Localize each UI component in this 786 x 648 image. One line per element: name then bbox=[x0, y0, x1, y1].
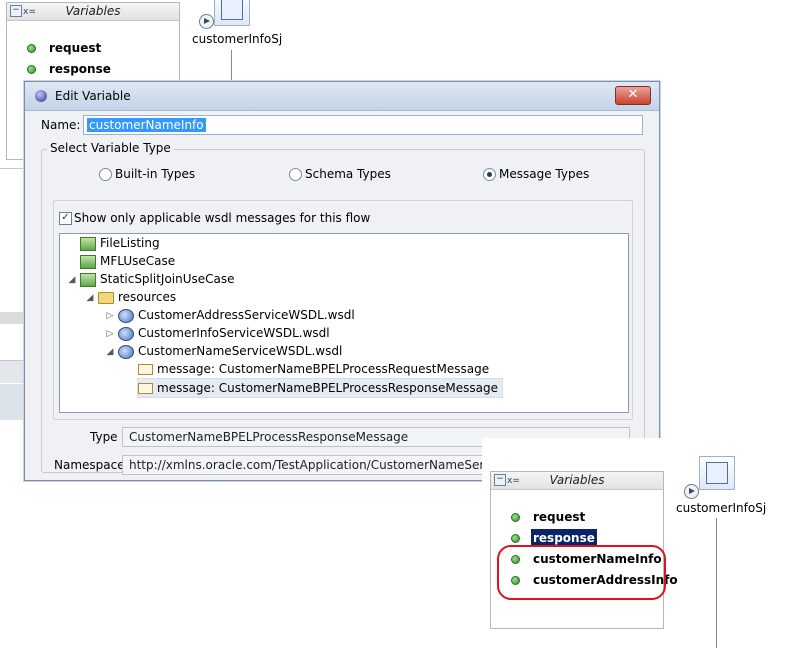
folder-icon bbox=[98, 291, 114, 304]
variable-label: request bbox=[533, 510, 586, 524]
show-applicable-checkbox-row[interactable]: ✓ Show only applicable wsdl messages for… bbox=[59, 211, 459, 227]
flow-node-label: customerInfoSj bbox=[676, 501, 767, 515]
variables-panel-header: − x= Variables bbox=[7, 3, 179, 21]
tree-item-label: message: CustomerNameBPELProcessResponse… bbox=[157, 381, 498, 395]
tree-item-label: MFLUseCase bbox=[100, 254, 176, 268]
split-join-icon bbox=[221, 0, 243, 20]
close-button[interactable]: ✕ bbox=[615, 86, 651, 105]
checkbox-label: Show only applicable wsdl messages for t… bbox=[74, 211, 371, 225]
project-icon bbox=[80, 272, 96, 287]
background-strip bbox=[0, 360, 24, 383]
wsdl-tree[interactable]: FileListing MFLUseCase ◢ StaticSplitJoinU… bbox=[59, 233, 629, 413]
variables-x-icon: x= bbox=[507, 476, 520, 486]
background-strip bbox=[0, 168, 24, 169]
expand-arrow-icon[interactable]: ◢ bbox=[86, 289, 94, 307]
background-strip bbox=[0, 384, 24, 420]
eclipse-icon bbox=[35, 90, 47, 102]
split-join-node[interactable] bbox=[699, 456, 735, 490]
variable-item[interactable]: request bbox=[7, 39, 177, 57]
variable-item[interactable]: request bbox=[491, 508, 661, 526]
show-applicable-checkbox[interactable]: ✓ bbox=[59, 212, 72, 225]
tree-item-wsdl[interactable]: ▷ CustomerInfoServiceWSDL.wsdl bbox=[106, 324, 330, 342]
message-envelope-icon bbox=[138, 383, 153, 394]
radio-message-types[interactable]: Message Types bbox=[483, 167, 633, 183]
wsdl-icon bbox=[118, 326, 134, 341]
radio-button[interactable] bbox=[289, 168, 302, 181]
flow-connector-line bbox=[231, 50, 232, 82]
tree-item-wsdl[interactable]: ▷ CustomerAddressServiceWSDL.wsdl bbox=[106, 306, 355, 324]
wsdl-icon bbox=[118, 308, 134, 323]
radio-button[interactable] bbox=[99, 168, 112, 181]
name-label: Name: bbox=[41, 118, 81, 132]
edit-variable-dialog: Edit Variable ✕ Name: customerNameInfo S… bbox=[24, 81, 660, 481]
tree-item-label: CustomerInfoServiceWSDL.wsdl bbox=[138, 326, 330, 340]
dialog-title: Edit Variable bbox=[55, 89, 131, 103]
variables-panel-title: Variables bbox=[549, 473, 605, 487]
tree-item-message-selected[interactable]: message: CustomerNameBPELProcessResponse… bbox=[137, 378, 503, 398]
tree-item-folder[interactable]: ◢ resources bbox=[86, 288, 177, 307]
variable-dot-icon bbox=[511, 513, 520, 522]
collapse-arrow-icon[interactable]: ▷ bbox=[106, 307, 114, 325]
tree-item-label: StaticSplitJoinUseCase bbox=[100, 272, 235, 286]
tree-item-message[interactable]: message: CustomerNameBPELProcessRequestM… bbox=[138, 360, 489, 378]
variable-dot-icon bbox=[27, 44, 36, 53]
split-join-icon bbox=[706, 462, 728, 484]
expand-arrow-icon[interactable]: ◢ bbox=[106, 343, 114, 361]
tree-item-project[interactable]: ◢ StaticSplitJoinUseCase bbox=[68, 270, 235, 288]
variable-type-group-label: Select Variable Type bbox=[47, 141, 174, 155]
background-strip bbox=[0, 312, 24, 324]
type-label: Type bbox=[90, 430, 118, 444]
dialog-titlebar[interactable]: Edit Variable ✕ bbox=[25, 82, 659, 111]
project-icon bbox=[80, 236, 96, 251]
flow-play-icon[interactable] bbox=[199, 14, 214, 29]
wsdl-icon bbox=[118, 344, 134, 359]
variable-label: response bbox=[49, 62, 111, 76]
project-icon bbox=[80, 254, 96, 269]
flow-node-label: customerInfoSj bbox=[192, 32, 283, 46]
radio-built-in-types[interactable]: Built-in Types bbox=[99, 167, 249, 183]
variable-dot-icon bbox=[511, 534, 520, 543]
radio-label: Schema Types bbox=[305, 167, 391, 181]
radio-label: Message Types bbox=[499, 167, 590, 181]
variables-x-icon: x= bbox=[23, 7, 36, 17]
tree-item-label: FileListing bbox=[100, 236, 160, 250]
tree-item-label: message: CustomerNameBPELProcessRequestM… bbox=[157, 362, 490, 376]
radio-schema-types[interactable]: Schema Types bbox=[289, 167, 439, 183]
tree-item-label: CustomerAddressServiceWSDL.wsdl bbox=[138, 308, 355, 322]
collapse-arrow-icon[interactable]: ▷ bbox=[106, 325, 114, 343]
variables-panel-title: Variables bbox=[65, 4, 121, 18]
radio-label: Built-in Types bbox=[115, 167, 196, 181]
name-input-value: customerNameInfo bbox=[87, 118, 206, 132]
split-join-node[interactable] bbox=[214, 0, 250, 26]
variable-dot-icon bbox=[27, 65, 36, 74]
name-input[interactable]: customerNameInfo bbox=[83, 115, 643, 135]
collapse-icon[interactable]: − bbox=[494, 474, 506, 486]
collapse-icon[interactable]: − bbox=[10, 5, 22, 17]
flow-connector-line bbox=[716, 518, 717, 648]
highlight-ellipse bbox=[497, 545, 666, 600]
expand-arrow-icon[interactable]: ◢ bbox=[68, 271, 76, 289]
tree-item-label: resources bbox=[118, 290, 177, 304]
variables-panel-header: − x= Variables bbox=[491, 472, 663, 490]
tree-item-project[interactable]: FileListing bbox=[68, 234, 160, 252]
flow-play-icon[interactable] bbox=[684, 484, 699, 499]
radio-button-selected[interactable] bbox=[483, 168, 496, 181]
namespace-label: Namespace bbox=[54, 458, 125, 472]
tree-item-wsdl[interactable]: ◢ CustomerNameServiceWSDL.wsdl bbox=[106, 342, 342, 360]
tree-item-project[interactable]: MFLUseCase bbox=[68, 252, 175, 270]
variable-item[interactable]: response bbox=[7, 60, 177, 78]
message-envelope-icon bbox=[138, 364, 153, 375]
variable-label: request bbox=[49, 41, 102, 55]
tree-item-label: CustomerNameServiceWSDL.wsdl bbox=[138, 344, 343, 358]
